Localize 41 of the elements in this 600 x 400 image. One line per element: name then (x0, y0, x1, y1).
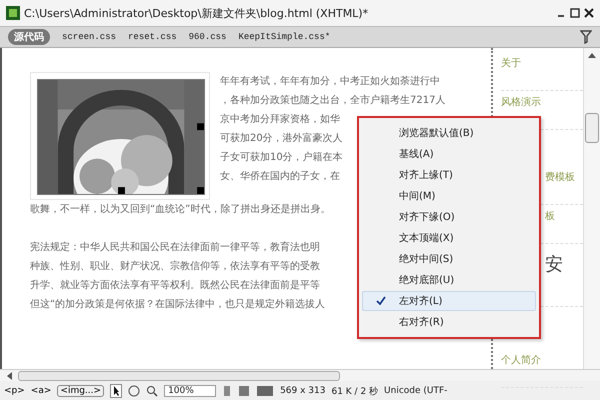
window-title: C:\Users\Administrator\Desktop\新建文件夹\blog.html (XHTML)* (24, 6, 370, 20)
app-icon (6, 6, 20, 20)
window-size-icon[interactable] (222, 385, 232, 397)
zoom-dropdown[interactable]: 100% (164, 385, 216, 397)
body-text: 女、华侨在国内的子女，在 (220, 170, 340, 184)
body-text: 可获加20分，港外富豪次人 (220, 132, 343, 146)
file-tab[interactable]: KeepItSimple.css* (238, 32, 330, 42)
close-icon[interactable] (584, 8, 594, 18)
tag-selector[interactable]: <img...> (57, 385, 104, 397)
window-size-text[interactable]: 569 x 313 (280, 386, 326, 396)
body-text: 宪法规定：中华人民共和国公民在法律面前一律平等，教育法也明 (30, 240, 320, 255)
scroll-left-icon[interactable] (6, 372, 12, 380)
file-tab[interactable]: reset.css (128, 32, 177, 42)
encoding-text: Unicode (UTF- (384, 386, 448, 396)
window-size-icon[interactable] (256, 385, 274, 397)
body-text: 升学、就业等方面依法享有平等权利。既然公民在法律面前是平等 (30, 278, 320, 293)
scrollbar-thumb[interactable] (18, 370, 340, 380)
file-tab[interactable]: screen.css (62, 32, 116, 42)
body-text: 但这“的加分政策是何依据？在国际法律中，也只是规定外籍选拔人 (30, 298, 326, 312)
body-text: 歌舞，不一样，以为又回到“血统论”时代，除了拼出身还是拼出身。 (30, 202, 330, 217)
pointer-icon[interactable] (110, 384, 122, 398)
body-text: 京中考加分拜家资格，如华 (220, 112, 340, 127)
tag-selector[interactable]: <p> (4, 386, 25, 396)
body-text: 种族、性别、职业、财产状况、宗教信仰等，依法享有平等的受教 (30, 260, 320, 274)
zoom-icon[interactable] (146, 385, 158, 397)
download-size-text: 61 K / 2 秒 (331, 386, 378, 398)
menu-item[interactable]: 基线(A) (362, 144, 536, 164)
window-size-icon[interactable] (238, 385, 250, 397)
body-text: 子女可获加10分，户籍在本 (220, 150, 343, 165)
check-icon (376, 296, 386, 306)
menu-item[interactable]: 右对齐(R) (362, 312, 536, 332)
tag-selector[interactable]: <a> (30, 386, 52, 396)
menu-item[interactable]: 左对齐(L) (362, 291, 536, 311)
scroll-up-icon[interactable] (588, 52, 596, 58)
file-tab[interactable]: 960.css (188, 32, 226, 42)
body-text: 年年有考试，年年有加分，中考正如火如荼进行中 (220, 74, 440, 89)
source-code-tab[interactable]: 源代码 (8, 29, 50, 45)
filter-icon[interactable] (580, 30, 592, 44)
maximize-icon[interactable] (570, 8, 580, 18)
scrollbar-thumb[interactable] (585, 113, 599, 143)
body-text: ，各种加分政策也随之出台，全市户籍考生7217人 (220, 94, 446, 108)
